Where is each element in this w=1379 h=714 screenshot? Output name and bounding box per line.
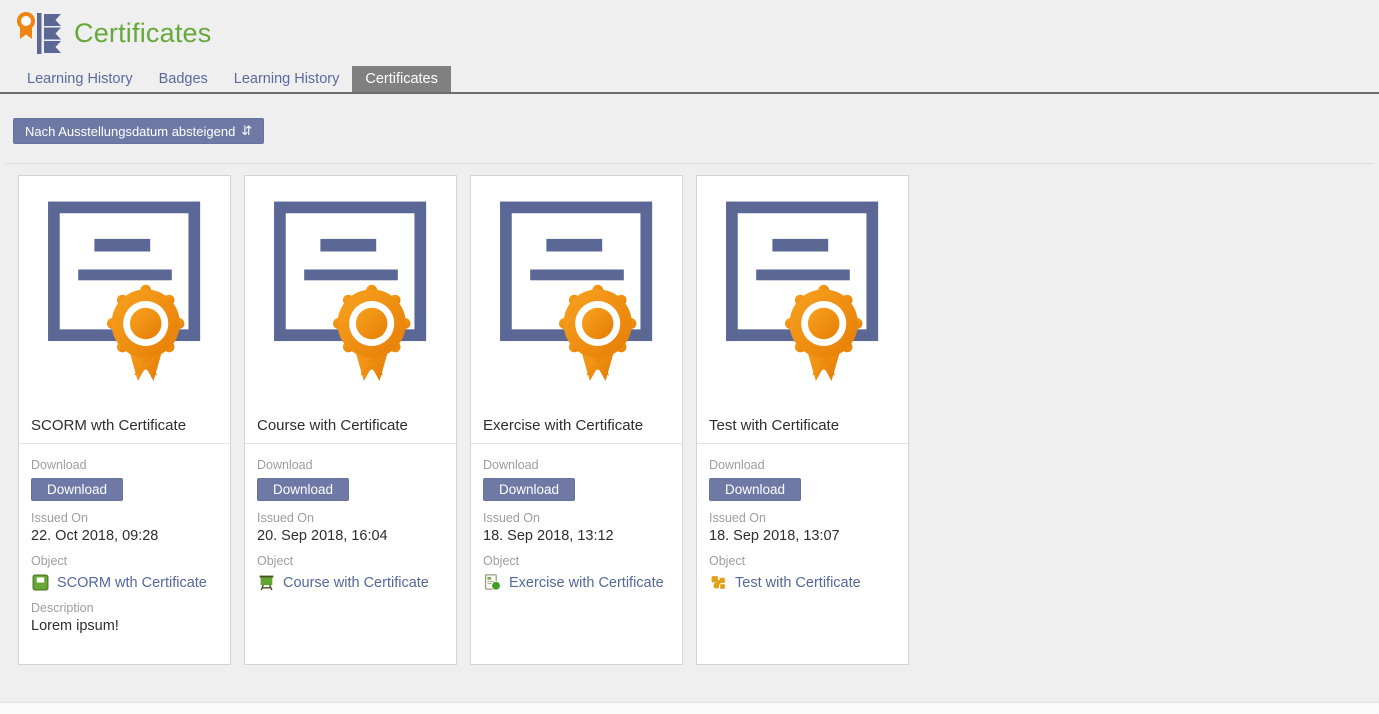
page-header: Certificates	[0, 0, 1379, 58]
footer-strip	[0, 702, 1379, 714]
certificate-card-body: Download Download Issued On 22. Oct 2018…	[19, 444, 230, 634]
certificates-header-icon	[16, 8, 64, 58]
certificate-card: Test with Certificate Download Download …	[696, 175, 909, 665]
toolbar-divider	[5, 163, 1374, 164]
certificate-card-title: Test with Certificate	[697, 408, 908, 444]
object-label: Object	[257, 554, 444, 568]
issued-on-value: 20. Sep 2018, 16:04	[257, 528, 444, 544]
object-label: Object	[31, 554, 218, 568]
download-label: Download	[31, 458, 218, 472]
object-link[interactable]: Exercise with Certificate	[509, 575, 664, 591]
object-row: Test with Certificate	[709, 574, 896, 591]
exercise-icon	[484, 574, 501, 591]
download-button[interactable]: Download	[31, 478, 123, 501]
certificates-deck: SCORM wth Certificate Download Download …	[18, 175, 1379, 665]
sort-button[interactable]: Nach Ausstellungsdatum absteigend ⇵	[13, 118, 264, 144]
certificate-card-title: Course with Certificate	[245, 408, 456, 444]
certificate-icon	[270, 198, 432, 386]
certificate-thumbnail	[19, 176, 230, 408]
issued-on-value: 22. Oct 2018, 09:28	[31, 528, 218, 544]
download-label: Download	[257, 458, 444, 472]
issued-on-label: Issued On	[257, 511, 444, 525]
certificate-card-body: Download Download Issued On 20. Sep 2018…	[245, 444, 456, 591]
download-button[interactable]: Download	[709, 478, 801, 501]
sort-direction-icon: ⇵	[241, 123, 252, 139]
tab-learning-history-2[interactable]: Learning History	[221, 66, 353, 92]
certificate-card-body: Download Download Issued On 18. Sep 2018…	[471, 444, 682, 591]
certificate-thumbnail	[697, 176, 908, 408]
download-button[interactable]: Download	[257, 478, 349, 501]
certificate-card: Exercise with Certificate Download Downl…	[470, 175, 683, 665]
sort-button-label: Nach Ausstellungsdatum absteigend	[25, 124, 235, 139]
download-label: Download	[483, 458, 670, 472]
object-label: Object	[483, 554, 670, 568]
tab-bar: Learning History Badges Learning History…	[0, 66, 1379, 94]
certificate-icon	[722, 198, 884, 386]
object-row: Course with Certificate	[257, 574, 444, 591]
object-link[interactable]: SCORM wth Certificate	[57, 575, 207, 591]
certificate-icon	[496, 198, 658, 386]
certificate-card: SCORM wth Certificate Download Download …	[18, 175, 231, 665]
certificate-card: Course with Certificate Download Downloa…	[244, 175, 457, 665]
issued-on-value: 18. Sep 2018, 13:07	[709, 528, 896, 544]
download-label: Download	[709, 458, 896, 472]
issued-on-value: 18. Sep 2018, 13:12	[483, 528, 670, 544]
certificate-thumbnail	[471, 176, 682, 408]
certificate-card-title: Exercise with Certificate	[471, 408, 682, 444]
scorm-module-icon	[32, 574, 49, 591]
object-row: SCORM wth Certificate	[31, 574, 218, 591]
page-title: Certificates	[74, 18, 211, 49]
tab-learning-history-1[interactable]: Learning History	[14, 66, 146, 92]
issued-on-label: Issued On	[709, 511, 896, 525]
download-button[interactable]: Download	[483, 478, 575, 501]
toolbar: Nach Ausstellungsdatum absteigend ⇵	[13, 118, 1379, 143]
object-link[interactable]: Test with Certificate	[735, 575, 861, 591]
object-label: Object	[709, 554, 896, 568]
tab-certificates[interactable]: Certificates	[352, 66, 451, 92]
certificate-card-title: SCORM wth Certificate	[19, 408, 230, 444]
certificate-card-body: Download Download Issued On 18. Sep 2018…	[697, 444, 908, 591]
issued-on-label: Issued On	[483, 511, 670, 525]
object-link[interactable]: Course with Certificate	[283, 575, 429, 591]
certificate-thumbnail	[245, 176, 456, 408]
course-icon	[258, 574, 275, 591]
issued-on-label: Issued On	[31, 511, 218, 525]
test-icon	[710, 574, 727, 591]
description-value: Lorem ipsum!	[31, 618, 218, 634]
description-label: Description	[31, 601, 218, 615]
certificate-icon	[44, 198, 206, 386]
object-row: Exercise with Certificate	[483, 574, 670, 591]
tab-badges[interactable]: Badges	[146, 66, 221, 92]
